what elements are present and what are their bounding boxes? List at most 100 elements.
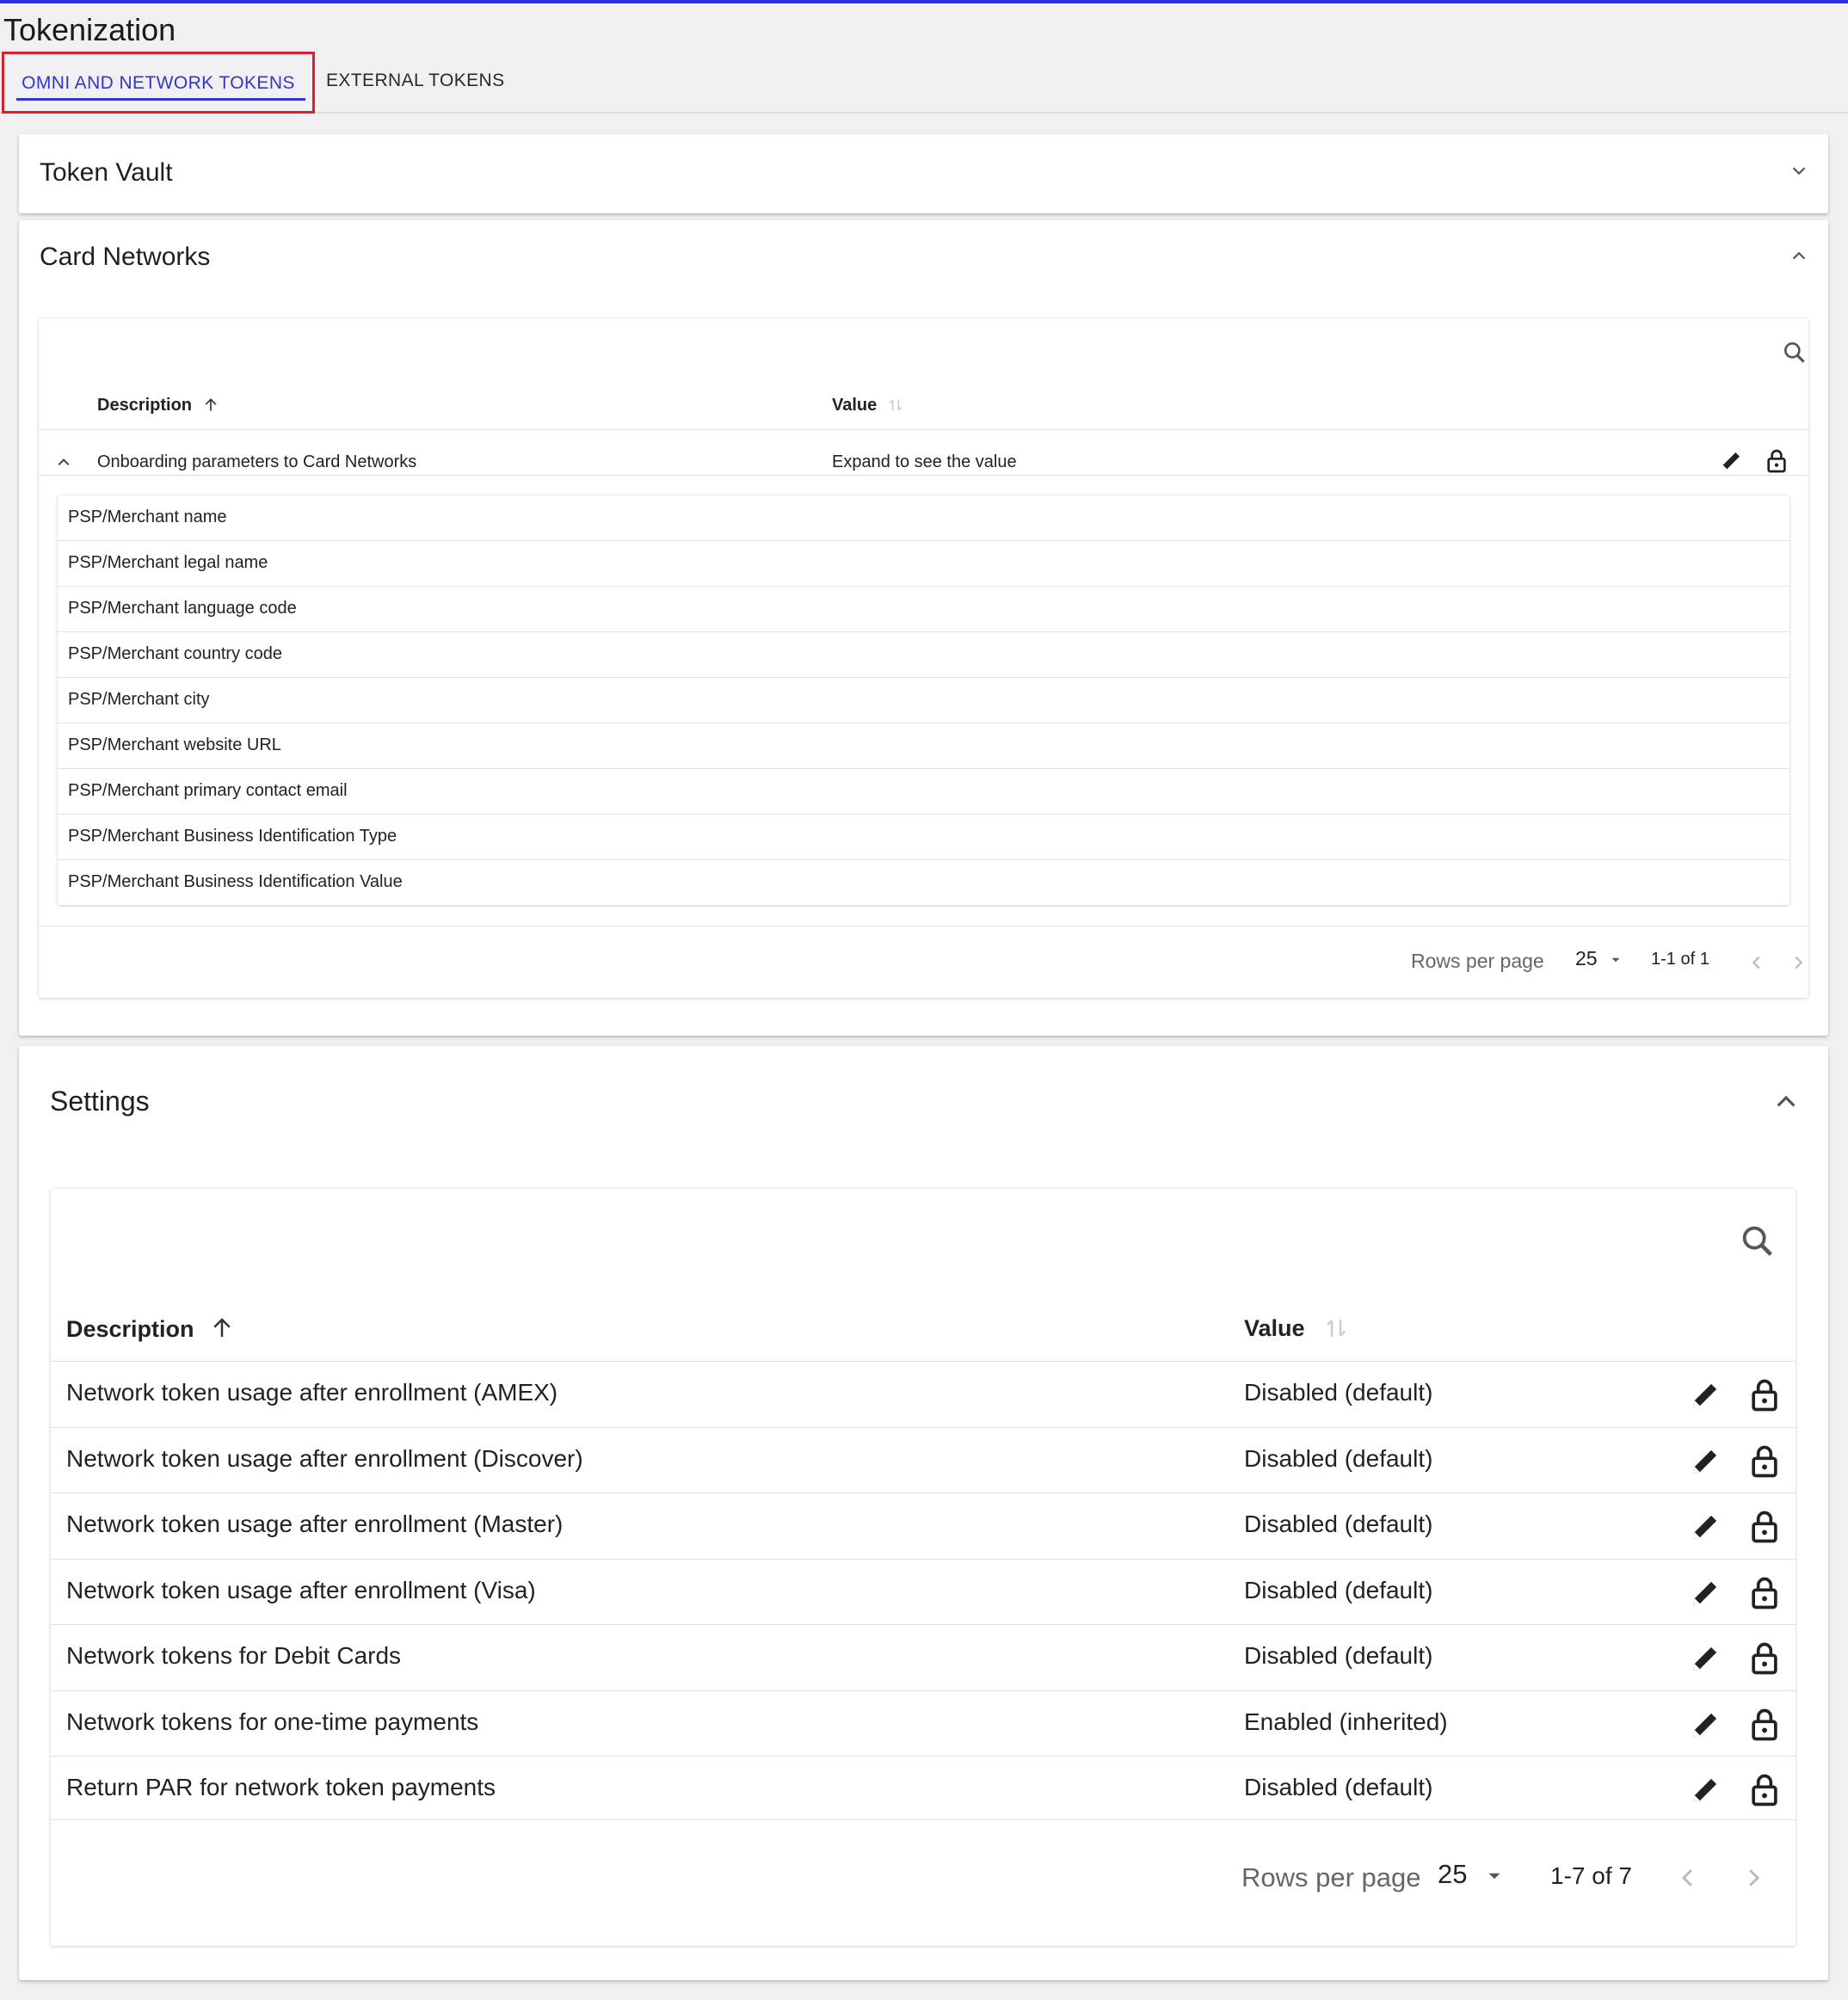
setting-value: Disabled (default): [1244, 1379, 1433, 1406]
chevron-up-icon[interactable]: [1789, 246, 1808, 265]
setting-description: Network token usage after enrollment (Ma…: [66, 1511, 564, 1537]
token-vault-panel: Token Vault: [19, 134, 1828, 213]
column-header-description[interactable]: Description: [97, 396, 219, 415]
chevron-up-icon[interactable]: [55, 453, 72, 471]
onboarding-param-row: PSP/Merchant country code: [58, 632, 1789, 678]
onboarding-param-row: PSP/Merchant legal name: [58, 541, 1789, 587]
onboarding-param-label: PSP/Merchant primary contact email: [68, 781, 348, 800]
table-row: Network token usage after enrollment (Di…: [51, 1427, 1796, 1493]
edit-pencil-icon[interactable]: [1717, 447, 1745, 475]
rows-per-page-select[interactable]: 25: [1575, 947, 1623, 970]
settings-title[interactable]: Settings: [50, 1086, 150, 1117]
tab-omni-and-network-tokens[interactable]: OMNI AND NETWORK TOKENS: [2, 52, 315, 114]
rows-per-page-label: Rows per page: [1411, 950, 1544, 972]
table-row: Network token usage after enrollment (Vi…: [51, 1559, 1796, 1625]
divider: [51, 1819, 1796, 1820]
unlock-icon[interactable]: [1746, 1705, 1783, 1745]
onboarding-param-row: PSP/Merchant primary contact email: [58, 769, 1789, 815]
active-tab-indicator: [16, 98, 305, 101]
token-vault-title[interactable]: Token Vault: [40, 158, 173, 188]
setting-description: Network tokens for one-time payments: [66, 1708, 479, 1735]
unlock-icon[interactable]: [1746, 1375, 1783, 1415]
chevron-down-icon[interactable]: [1789, 162, 1808, 181]
column-header-description-label: Description: [66, 1316, 194, 1342]
column-header-value-label: Value: [832, 396, 878, 415]
column-header-description-label: Description: [97, 396, 193, 415]
chevron-right-icon[interactable]: [1789, 953, 1808, 972]
edit-pencil-icon[interactable]: [1687, 1377, 1723, 1413]
table-row: Network tokens for one-time payments Enab…: [51, 1690, 1796, 1757]
setting-value: Disabled (default): [1244, 1511, 1433, 1537]
column-header-value[interactable]: Value: [832, 396, 904, 415]
onboarding-row-value: Expand to see the value: [832, 452, 1017, 471]
onboarding-param-label: PSP/Merchant country code: [68, 644, 283, 663]
rows-per-page-select[interactable]: 25: [1438, 1859, 1506, 1890]
setting-description: Network token usage after enrollment (Vi…: [66, 1576, 536, 1603]
top-accent-line: [0, 0, 1848, 3]
onboarding-param-label: PSP/Merchant Business Identification Val…: [68, 872, 403, 891]
setting-value: Enabled (inherited): [1244, 1708, 1448, 1735]
setting-value: Disabled (default): [1244, 1642, 1433, 1669]
unlock-icon[interactable]: [1746, 1573, 1783, 1613]
onboarding-row-description: Onboarding parameters to Card Networks: [97, 452, 417, 471]
unlock-icon[interactable]: [1746, 1507, 1783, 1547]
onboarding-param-label: PSP/Merchant Business Identification Typ…: [68, 827, 397, 846]
settings-table: Description Value Network token usage af…: [51, 1189, 1796, 1946]
card-networks-panel: Card Networks Description Value Onboardi…: [19, 220, 1828, 1036]
chevron-left-icon[interactable]: [1747, 953, 1766, 972]
table-row: Return PAR for network token payments Dis…: [51, 1756, 1796, 1822]
onboarding-param-row: PSP/Merchant city: [58, 678, 1789, 723]
setting-description: Network token usage after enrollment (AM…: [66, 1379, 558, 1406]
edit-pencil-icon[interactable]: [1687, 1509, 1723, 1545]
dropdown-arrow-icon: [1611, 957, 1620, 963]
edit-pencil-icon[interactable]: [1687, 1640, 1723, 1677]
settings-panel: Settings Description Value Network token…: [19, 1046, 1828, 1980]
page-title: Tokenization: [3, 12, 176, 47]
edit-pencil-icon[interactable]: [1687, 1443, 1723, 1480]
chevron-left-icon[interactable]: [1675, 1865, 1701, 1891]
tab-omni-label: OMNI AND NETWORK TOKENS: [22, 73, 295, 93]
chevron-up-icon[interactable]: [1772, 1087, 1800, 1115]
onboarding-param-row: PSP/Merchant website URL: [58, 723, 1789, 769]
search-icon[interactable]: [1781, 339, 1808, 366]
divider: [39, 429, 1808, 430]
search-icon[interactable]: [1738, 1222, 1777, 1261]
pagination-range: 1-1 of 1: [1651, 950, 1709, 969]
onboarding-param-label: PSP/Merchant city: [68, 690, 210, 709]
edit-pencil-icon[interactable]: [1687, 1772, 1723, 1808]
table-row: Network tokens for Debit Cards Disabled (…: [51, 1624, 1796, 1690]
unlock-icon[interactable]: [1746, 1442, 1783, 1481]
setting-description: Network tokens for Debit Cards: [66, 1642, 402, 1669]
setting-value: Disabled (default): [1244, 1576, 1433, 1603]
edit-pencil-icon[interactable]: [1687, 1707, 1723, 1743]
edit-pencil-icon[interactable]: [1687, 1575, 1723, 1611]
onboarding-param-row: PSP/Merchant Business Identification Val…: [58, 860, 1789, 906]
tab-external-tokens[interactable]: EXTERNAL TOKENS: [326, 52, 505, 114]
onboarding-param-label: PSP/Merchant legal name: [68, 553, 268, 572]
onboarding-param-label: PSP/Merchant website URL: [68, 735, 281, 754]
tab-bar: OMNI AND NETWORK TOKENS EXTERNAL TOKENS: [0, 52, 1848, 114]
sort-icon: [889, 399, 902, 411]
onboarding-param-row: PSP/Merchant name: [58, 495, 1789, 541]
arrow-up-icon: [213, 1318, 231, 1337]
setting-description: Network token usage after enrollment (Di…: [66, 1444, 583, 1472]
pagination-range: 1-7 of 7: [1550, 1862, 1632, 1889]
unlock-icon[interactable]: [1763, 446, 1790, 476]
onboarding-param-label: PSP/Merchant name: [68, 508, 227, 526]
table-row: Network token usage after enrollment (AM…: [51, 1361, 1796, 1427]
onboarding-param-row: PSP/Merchant Business Identification Typ…: [58, 815, 1789, 860]
rows-per-page-value: 25: [1575, 947, 1598, 969]
column-header-description[interactable]: Description: [66, 1315, 235, 1343]
chevron-right-icon[interactable]: [1740, 1865, 1766, 1891]
onboarding-param-label: PSP/Merchant language code: [68, 599, 297, 618]
table-row: Network token usage after enrollment (Ma…: [51, 1492, 1796, 1559]
column-header-value[interactable]: Value: [1244, 1315, 1349, 1342]
unlock-icon[interactable]: [1746, 1770, 1783, 1810]
dropdown-arrow-icon: [1488, 1873, 1500, 1880]
setting-value: Disabled (default): [1244, 1774, 1433, 1800]
rows-per-page-label: Rows per page: [1241, 1862, 1421, 1892]
unlock-icon[interactable]: [1746, 1639, 1783, 1678]
column-header-value-label: Value: [1244, 1315, 1305, 1341]
card-networks-title[interactable]: Card Networks: [40, 243, 210, 272]
card-networks-table: Description Value Onboarding parameters …: [39, 318, 1808, 998]
